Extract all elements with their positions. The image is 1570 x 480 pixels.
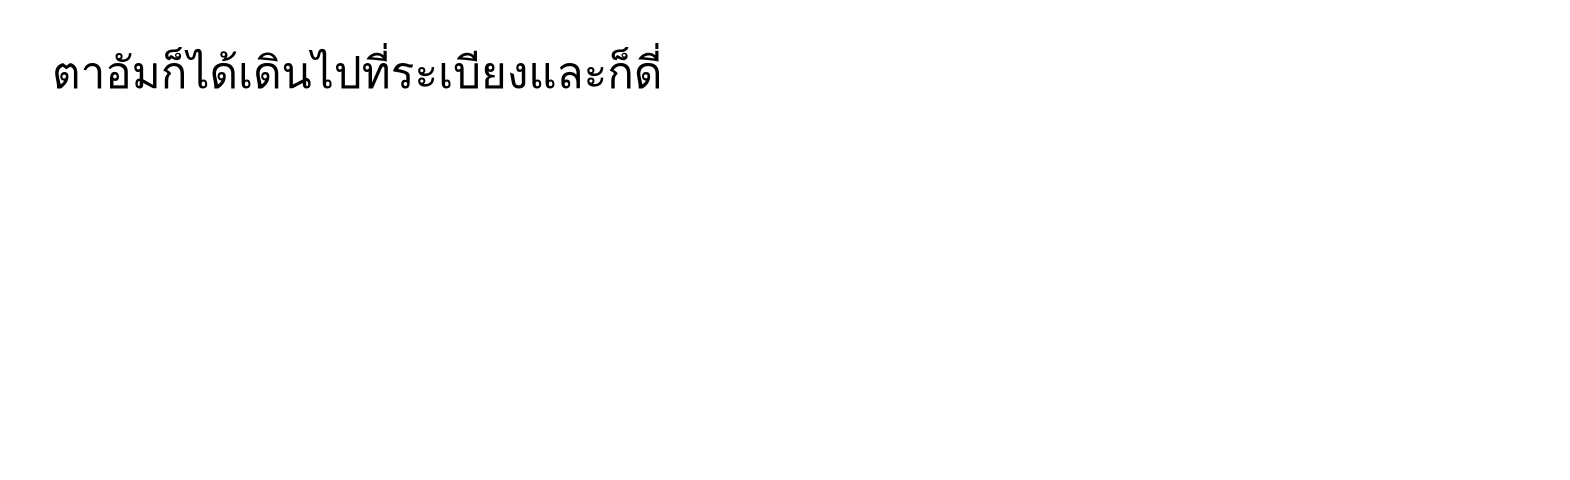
text-line: ตาอัมก็ได้เดินไปที่ระเบียงและก็ดี่ (52, 48, 663, 99)
page: ตาอัมก็ได้เดินไปที่ระเบียงและก็ดี่ (0, 0, 1570, 480)
